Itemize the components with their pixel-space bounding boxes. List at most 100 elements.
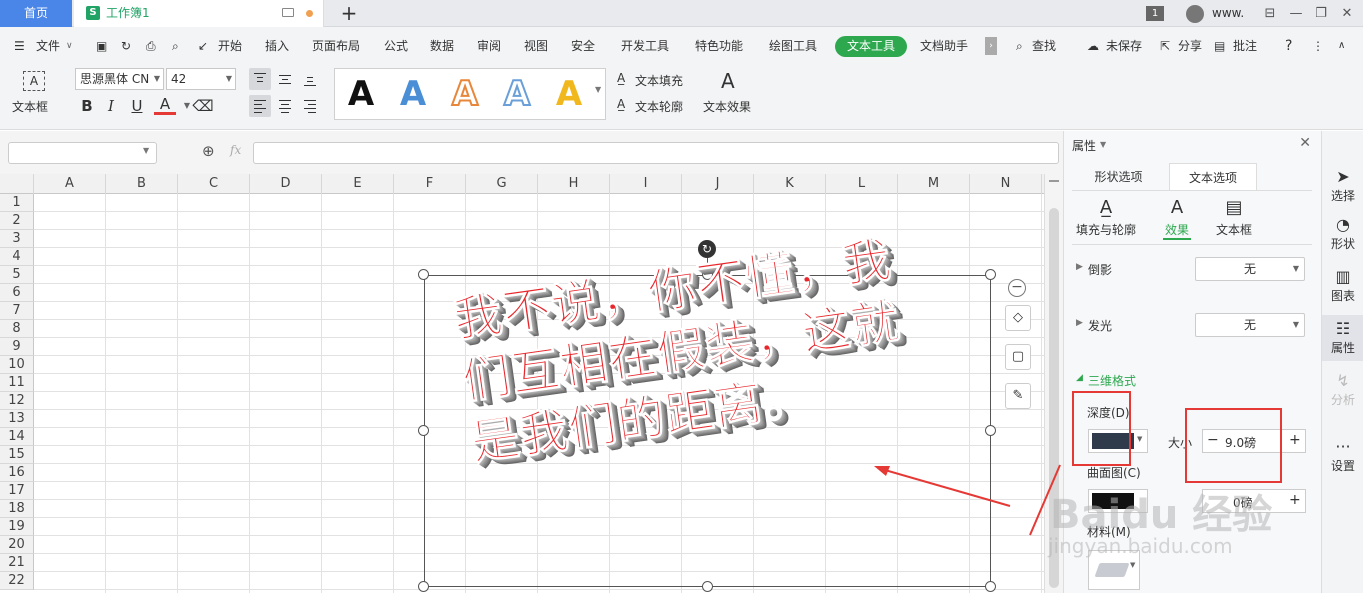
text-fill-icon[interactable]: A̲	[617, 71, 625, 85]
chevron-down-icon[interactable]: ▼	[1100, 140, 1106, 149]
hamburger-icon[interactable]: ☰	[14, 27, 25, 65]
close-button[interactable]: ✕	[1336, 0, 1358, 27]
zoom-icon[interactable]: ⊕	[202, 142, 215, 160]
menu-view[interactable]: 视图	[524, 27, 548, 65]
pen-tool[interactable]: ✎	[1005, 383, 1031, 409]
style-blue-button[interactable]: A	[393, 73, 433, 115]
resize-handle-s[interactable]	[702, 581, 713, 592]
search-icon[interactable]: ⌕	[1016, 27, 1023, 65]
restore-button[interactable]: ❐	[1310, 0, 1332, 27]
style-gold-button[interactable]: A	[549, 73, 589, 115]
chevron-down-icon[interactable]: ◢	[1076, 373, 1083, 383]
export-icon[interactable]: ↻	[121, 27, 131, 65]
column-header[interactable]: G	[466, 174, 538, 194]
unsaved-button[interactable]: 未保存	[1106, 27, 1142, 65]
row-header[interactable]: 1	[0, 194, 34, 212]
monitor-icon[interactable]	[282, 8, 294, 17]
more-icon[interactable]: ⋮	[1312, 27, 1324, 65]
row-header[interactable]: 4	[0, 248, 34, 266]
row-header[interactable]: 20	[0, 536, 34, 554]
glow-label[interactable]: 发光	[1088, 317, 1112, 334]
shape-outline-tool[interactable]: ▢	[1005, 344, 1031, 370]
row-header[interactable]: 13	[0, 410, 34, 428]
row-header[interactable]: 11	[0, 374, 34, 392]
row-header[interactable]: 3	[0, 230, 34, 248]
row-header[interactable]: 8	[0, 320, 34, 338]
style-blue-outline-button[interactable]: A	[497, 73, 537, 115]
menu-developer[interactable]: 开发工具	[621, 27, 669, 65]
column-header[interactable]: F	[394, 174, 466, 194]
row-header[interactable]: 21	[0, 554, 34, 572]
help-icon[interactable]: ?	[1285, 27, 1292, 65]
column-header[interactable]: L	[826, 174, 898, 194]
share-button[interactable]: 分享	[1178, 27, 1202, 65]
menu-insert[interactable]: 插入	[265, 27, 289, 65]
resize-handle-sw[interactable]	[418, 581, 429, 592]
resize-handle-ne[interactable]	[985, 269, 996, 280]
avatar[interactable]	[1186, 5, 1204, 23]
italic-button[interactable]: I	[100, 95, 122, 117]
align-bottom-button[interactable]	[299, 68, 321, 90]
rail-chart[interactable]: ▥ 图表	[1322, 267, 1363, 304]
chevron-down-icon[interactable]: ▼	[143, 146, 149, 155]
tab-workbook[interactable]: S 工作簿1	[74, 0, 324, 27]
column-header[interactable]: H	[538, 174, 610, 194]
fullscreen-icon[interactable]: ⊟	[1259, 0, 1281, 27]
tab-home[interactable]: 首页	[0, 0, 72, 27]
subtab-textbox[interactable]: ▤ 文本框	[1204, 197, 1264, 238]
row-header[interactable]: 16	[0, 464, 34, 482]
style-black-button[interactable]: A	[341, 73, 381, 115]
new-tab-button[interactable]: +	[338, 2, 360, 24]
textbox-icon[interactable]: A	[23, 71, 45, 91]
menu-page-layout[interactable]: 页面布局	[312, 27, 360, 65]
row-header[interactable]: 9	[0, 338, 34, 356]
text-effect-icon[interactable]: A	[721, 69, 735, 93]
text-effect-button[interactable]: 文本效果	[703, 98, 751, 115]
font-color-button[interactable]: A	[154, 95, 176, 115]
menu-features[interactable]: 特色功能	[695, 27, 743, 65]
bold-button[interactable]: B	[76, 95, 98, 117]
column-header[interactable]: C	[178, 174, 250, 194]
save-icon[interactable]: ▣	[96, 27, 107, 65]
menu-security[interactable]: 安全	[571, 27, 595, 65]
chevron-right-icon[interactable]: ▶	[1076, 318, 1083, 328]
menu-data[interactable]: 数据	[430, 27, 454, 65]
font-name-select[interactable]: 思源黑体 CN ▼	[75, 68, 164, 90]
gallery-expand-icon[interactable]: ▼	[595, 85, 601, 94]
reflection-select[interactable]: 无 ▼	[1195, 257, 1305, 281]
row-header[interactable]: 15	[0, 446, 34, 464]
underline-button[interactable]: U	[126, 95, 148, 117]
align-middle-button[interactable]	[274, 68, 296, 90]
rail-shape[interactable]: ◔ 形状	[1322, 215, 1363, 252]
subtab-fill-outline[interactable]: A̲ 填充与轮廓	[1076, 197, 1136, 238]
shape-fill-tool[interactable]: ◇	[1005, 305, 1031, 331]
row-header[interactable]: 6	[0, 284, 34, 302]
row-header[interactable]: 19	[0, 518, 34, 536]
text-outline-button[interactable]: 文本轮廓	[635, 98, 683, 115]
close-icon[interactable]: ✕	[1299, 135, 1311, 151]
row-header[interactable]: 17	[0, 482, 34, 500]
threed-format-label[interactable]: 三维格式	[1088, 372, 1136, 389]
textbox-label[interactable]: 文本框	[12, 98, 48, 115]
formula-input[interactable]	[253, 142, 1059, 164]
tab-text-options[interactable]: 文本选项	[1169, 163, 1257, 191]
column-header[interactable]: K	[754, 174, 826, 194]
menu-drawing-tools[interactable]: 绘图工具	[769, 27, 817, 65]
tab-shape-options[interactable]: 形状选项	[1082, 163, 1155, 191]
row-header[interactable]: 2	[0, 212, 34, 230]
row-header[interactable]: 18	[0, 500, 34, 518]
chevron-right-icon[interactable]: ▶	[1076, 262, 1083, 272]
row-header[interactable]: 14	[0, 428, 34, 446]
align-top-button[interactable]	[249, 68, 271, 90]
resize-handle-w[interactable]	[418, 425, 429, 436]
align-center-button[interactable]	[274, 95, 296, 117]
minus-circle-icon[interactable]: −	[1008, 279, 1026, 297]
resize-handle-e[interactable]	[985, 425, 996, 436]
search-button[interactable]: 查找	[1032, 27, 1056, 65]
column-header[interactable]: N	[970, 174, 1042, 194]
increment-button[interactable]: +	[1289, 432, 1301, 448]
select-all-corner[interactable]	[0, 174, 34, 194]
column-header[interactable]: D	[250, 174, 322, 194]
reflection-label[interactable]: 倒影	[1088, 261, 1112, 278]
minimize-button[interactable]: —	[1285, 0, 1307, 27]
